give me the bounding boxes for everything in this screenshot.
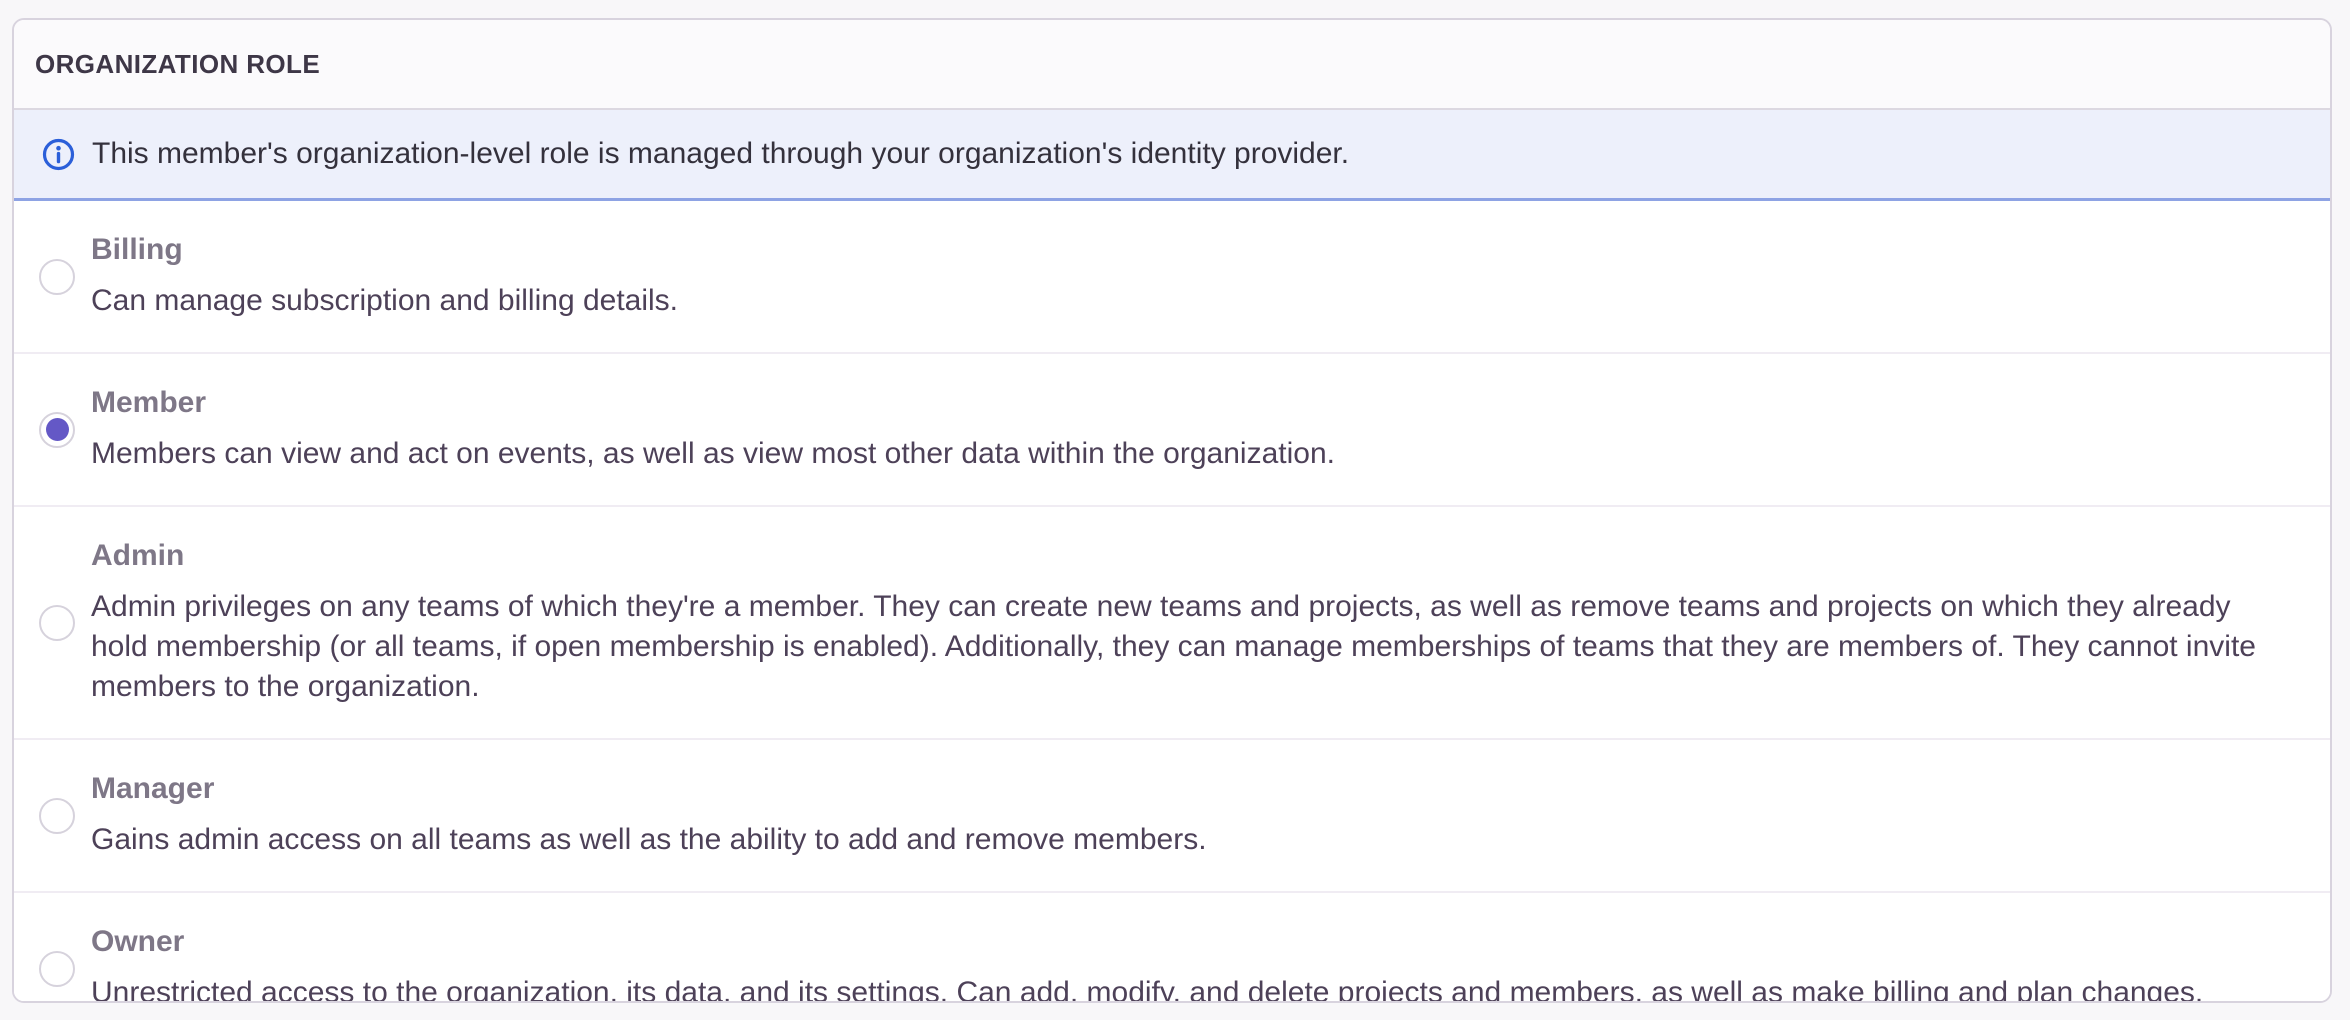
role-title: Manager <box>91 771 2290 807</box>
role-list: Billing Can manage subscription and bill… <box>14 201 2330 1003</box>
role-texts: Admin Admin privileges on any teams of w… <box>91 538 2290 707</box>
organization-role-panel: ORGANIZATION ROLE This member's organiza… <box>12 18 2332 1003</box>
role-title: Admin <box>91 538 2290 574</box>
role-option-owner[interactable]: Owner Unrestricted access to the organiz… <box>14 891 2330 1003</box>
idp-managed-alert: This member's organization-level role is… <box>14 110 2330 201</box>
role-title: Billing <box>91 232 2290 268</box>
role-texts: Owner Unrestricted access to the organiz… <box>91 924 2290 1003</box>
radio-member[interactable] <box>39 412 75 448</box>
role-option-manager[interactable]: Manager Gains admin access on all teams … <box>14 738 2330 891</box>
radio-admin[interactable] <box>39 605 75 641</box>
radio-billing[interactable] <box>39 259 75 295</box>
role-title: Member <box>91 385 2290 421</box>
role-texts: Billing Can manage subscription and bill… <box>91 232 2290 321</box>
alert-text: This member's organization-level role is… <box>92 137 1349 171</box>
radio-dot <box>46 804 69 827</box>
role-texts: Manager Gains admin access on all teams … <box>91 771 2290 860</box>
radio-owner[interactable] <box>39 951 75 987</box>
radio-dot <box>46 957 69 980</box>
role-title: Owner <box>91 924 2290 960</box>
role-option-billing[interactable]: Billing Can manage subscription and bill… <box>14 201 2330 352</box>
radio-dot <box>46 418 69 441</box>
role-description: Members can view and act on events, as w… <box>91 434 2290 474</box>
role-description: Can manage subscription and billing deta… <box>91 281 2290 321</box>
radio-manager[interactable] <box>39 798 75 834</box>
role-option-admin[interactable]: Admin Admin privileges on any teams of w… <box>14 505 2330 738</box>
panel-title: ORGANIZATION ROLE <box>35 49 320 80</box>
panel-header: ORGANIZATION ROLE <box>14 20 2330 110</box>
role-option-member[interactable]: Member Members can view and act on event… <box>14 352 2330 505</box>
info-icon <box>42 138 75 171</box>
radio-dot <box>46 611 69 634</box>
role-description: Gains admin access on all teams as well … <box>91 820 2290 860</box>
role-texts: Member Members can view and act on event… <box>91 385 2290 474</box>
radio-dot <box>46 265 69 288</box>
role-description: Admin privileges on any teams of which t… <box>91 587 2290 707</box>
role-description: Unrestricted access to the organization,… <box>91 973 2290 1003</box>
